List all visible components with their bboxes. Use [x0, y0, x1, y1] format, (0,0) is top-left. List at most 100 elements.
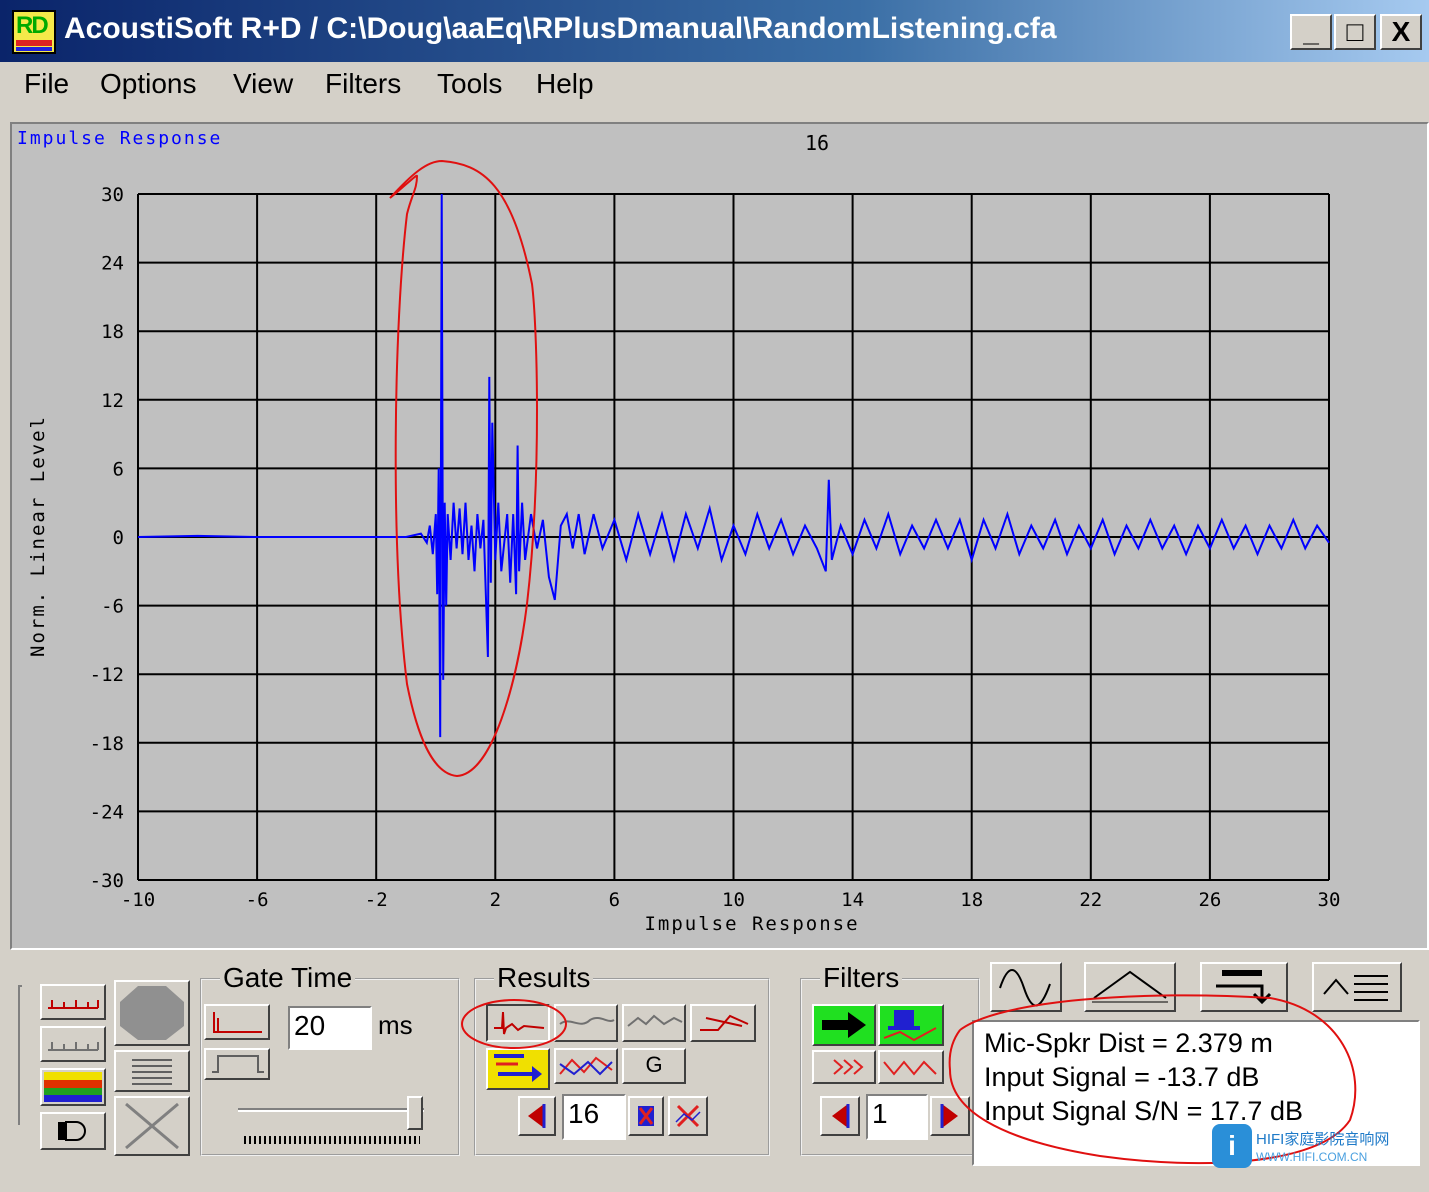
stop-octagon-icon: [120, 986, 184, 1040]
waterfall-icon: [627, 1014, 683, 1027]
y-tick-label: 12: [101, 390, 124, 412]
chart-canvas: Impulse Response 16 -10 -6 -2 2 6 10 14 18 22 26 3…: [17, 128, 1341, 935]
chart-corner-label: Impulse Response: [17, 128, 222, 149]
star-icon: [638, 1106, 654, 1126]
results-prev-button[interactable]: [518, 1096, 556, 1136]
menu-file[interactable]: File: [24, 68, 69, 100]
gate-time-title: Gate Time: [220, 962, 356, 994]
menu-tools[interactable]: Tools: [437, 68, 502, 100]
filter-design-button[interactable]: [878, 1004, 944, 1046]
gate-slider-ticks: [244, 1136, 420, 1144]
filter-apply-button[interactable]: [812, 1004, 876, 1046]
y-tick-label: 6: [113, 458, 124, 480]
site-watermark: i HIFI家庭影院音响网 WWW.HIFI.COM.CN: [1212, 1124, 1412, 1174]
ruler-icon: [48, 1000, 99, 1009]
filters-prev-button[interactable]: [820, 1096, 860, 1136]
x-tick-label: 10: [722, 889, 745, 911]
results-title: Results: [494, 962, 594, 994]
display-mode-button-2[interactable]: [40, 1026, 106, 1062]
menu-help[interactable]: Help: [536, 68, 594, 100]
gate-time-unit: ms: [378, 1010, 413, 1040]
x-tick-label: 22: [1079, 889, 1102, 911]
y-tick-label: 0: [113, 527, 124, 549]
x-tick-label: 18: [960, 889, 983, 911]
display-mode-button-1[interactable]: [40, 984, 106, 1020]
menu-filters[interactable]: Filters: [325, 68, 401, 100]
gate-window-icon: [212, 1055, 264, 1073]
y-tick-label: -18: [90, 733, 124, 755]
minimize-button[interactable]: _: [1290, 14, 1332, 50]
overlay-icon: [700, 1014, 749, 1031]
clear-button[interactable]: [114, 1096, 190, 1156]
x-axis-label: Impulse Response: [644, 913, 859, 935]
triangle-left-icon: [528, 1104, 546, 1128]
x-tick-label: -10: [121, 889, 155, 911]
zigzag-icon: [883, 1060, 937, 1076]
app-icon-bar: [16, 47, 52, 51]
filter-response-button[interactable]: [878, 1050, 944, 1084]
x-tick-label: 2: [490, 889, 501, 911]
chart-title: 16: [805, 131, 829, 155]
chart-ticks: -10 -6 -2 2 6 10 14 18 22 26 303024181260-6-12-18-…: [90, 184, 1341, 911]
chevrons-icon: [833, 1059, 864, 1075]
app-icon[interactable]: RD: [12, 10, 56, 54]
y-tick-label: 24: [101, 253, 124, 275]
gate-start-button[interactable]: [204, 1004, 270, 1040]
arrow-right-icon: [822, 1012, 866, 1038]
menu-bar: File Options View Filters Tools Help: [0, 62, 1429, 110]
list-button[interactable]: [114, 1050, 190, 1092]
watermark-url: WWW.HIFI.COM.CN: [1256, 1150, 1368, 1164]
y-tick-label: -6: [101, 596, 124, 618]
gate-step-icon: [213, 1012, 262, 1033]
g-button[interactable]: G: [622, 1048, 686, 1084]
filter-sequence-button[interactable]: [812, 1050, 876, 1084]
y-tick-label: -24: [90, 801, 124, 823]
waterfall-result-button[interactable]: [622, 1004, 686, 1042]
results-add-button[interactable]: [628, 1096, 664, 1136]
x-tick-label: 14: [841, 889, 864, 911]
results-index-input[interactable]: 16: [562, 1094, 626, 1140]
title-bar[interactable]: RD AcoustiSoft R+D / C:\Doug\aaEq\RPlusD…: [0, 0, 1429, 62]
results-delete-button[interactable]: [668, 1096, 708, 1136]
y-tick-label: -12: [90, 664, 124, 686]
menu-options[interactable]: Options: [100, 68, 197, 100]
x-tick-label: -6: [246, 889, 269, 911]
y-tick-label: 30: [101, 184, 124, 206]
overlay-result-button[interactable]: [690, 1004, 756, 1042]
filters-title: Filters: [820, 962, 903, 994]
y-tick-label: 18: [101, 321, 124, 343]
y-axis-label: Norm. Linear Level: [27, 415, 49, 657]
cross-icon: [125, 1102, 179, 1150]
annotation-circle-results: [461, 999, 567, 1049]
x-tick-label: -2: [365, 889, 388, 911]
gate-window-button[interactable]: [204, 1048, 270, 1080]
record-button[interactable]: [114, 980, 190, 1046]
impulse-response-chart[interactable]: Impulse Response 16 -10 -6 -2 2 6 10 14 18 22 26 3…: [10, 122, 1429, 950]
window-title: AcoustiSoft R+D / C:\Doug\aaEq\RPlusDman…: [64, 12, 1057, 45]
gate-slider-thumb[interactable]: [406, 1096, 423, 1130]
app-icon-label: RD: [16, 12, 49, 39]
triangle-left-icon: [832, 1104, 850, 1128]
watermark-logo-icon: i: [1212, 1124, 1252, 1168]
x-tick-label: 30: [1318, 889, 1341, 911]
maximize-button[interactable]: □: [1334, 14, 1376, 50]
x-tick-label: 6: [609, 889, 620, 911]
menu-view[interactable]: View: [233, 68, 293, 100]
app-icon-bar: [16, 40, 52, 46]
speaker-button[interactable]: [40, 1112, 106, 1150]
y-tick-label: -30: [90, 870, 124, 892]
ruler-icon: [48, 1042, 99, 1051]
x-tick-label: 26: [1198, 889, 1221, 911]
list-icon: [132, 1059, 172, 1085]
filters-index-input[interactable]: 1: [866, 1094, 928, 1140]
gate-slider-track[interactable]: [238, 1108, 424, 1112]
filter-shape-icon: [883, 1010, 937, 1042]
watermark-text: HIFI家庭影院音响网: [1256, 1131, 1390, 1148]
gate-time-input[interactable]: 20: [288, 1006, 372, 1050]
color-bands-icon: [44, 1072, 102, 1102]
delete-icon: [675, 1104, 701, 1128]
speaker-icon: [58, 1121, 86, 1141]
tool-group-bracket: [18, 985, 22, 1125]
color-bands-button[interactable]: [40, 1068, 106, 1106]
close-button[interactable]: X: [1380, 14, 1422, 50]
